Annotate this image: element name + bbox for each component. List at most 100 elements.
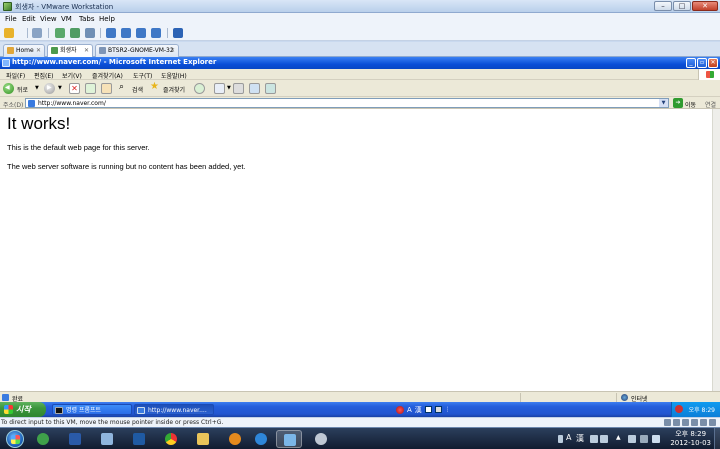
stop-icon[interactable]: ✕ — [69, 83, 80, 94]
minimize-button[interactable]: – — [654, 1, 672, 11]
tray-overflow-icon[interactable]: ▲ — [616, 434, 624, 442]
ime-options-icon[interactable]: ⋮ — [445, 406, 451, 413]
message-icon[interactable] — [709, 419, 716, 426]
thumbnail-bar-icon[interactable] — [173, 28, 183, 38]
tray-ime-icon[interactable] — [558, 435, 563, 443]
vmware-icon — [284, 434, 296, 446]
ie-restore-button[interactable]: ▫ — [697, 58, 707, 68]
mail-icon[interactable] — [214, 83, 225, 94]
tab-vm-active[interactable]: 회생자 ✕ — [47, 44, 93, 58]
address-url[interactable]: http://www.naver.com/ — [38, 100, 106, 107]
menu-view[interactable]: View — [40, 15, 57, 23]
go-arrow-icon[interactable]: ➔ — [673, 98, 683, 108]
unity-icon[interactable] — [151, 28, 161, 38]
close-tab-icon[interactable]: ✕ — [36, 45, 41, 56]
maximize-button[interactable]: □ — [673, 1, 691, 11]
tab-home[interactable]: Home ✕ — [3, 44, 45, 57]
menu-edit[interactable]: Edit — [22, 15, 36, 23]
back-label[interactable]: 뒤로 — [17, 85, 28, 94]
ime-mode-hanja[interactable]: 漢 — [415, 405, 422, 415]
ie-menu-favorites[interactable]: 즐겨찾기(A) — [92, 71, 123, 80]
taskbar-app-powershell[interactable] — [62, 430, 88, 448]
ime-mode-a[interactable]: A — [407, 406, 412, 414]
address-input[interactable]: http://www.naver.com/ ▼ — [25, 98, 669, 108]
ie-menu-file[interactable]: 파일(F) — [6, 71, 25, 80]
links-button[interactable]: 연결 — [705, 100, 716, 109]
host-clock[interactable]: 오후 8:29 2012-10-03 — [670, 430, 711, 448]
ime-help-icon[interactable] — [434, 406, 442, 413]
taskbar-app-gom-player[interactable] — [222, 430, 248, 448]
taskbar-app-utorrent[interactable] — [30, 430, 56, 448]
home-page-icon[interactable] — [101, 83, 112, 94]
usb-device-icon[interactable] — [691, 419, 698, 426]
back-dropdown-icon[interactable]: ▼ — [35, 85, 39, 91]
menu-file[interactable]: File — [5, 15, 17, 23]
search-label[interactable]: 검색 — [132, 85, 143, 94]
ie-scrollbar[interactable] — [712, 109, 720, 391]
edit-icon[interactable] — [249, 83, 260, 94]
host-ime-mode-hanja[interactable]: 漢 — [576, 433, 584, 444]
tray-volume-icon[interactable] — [652, 435, 660, 443]
ie-close-button[interactable]: ✕ — [708, 58, 718, 68]
taskbar-app-tool[interactable] — [308, 430, 334, 448]
send-ctrl-alt-del-icon[interactable] — [32, 28, 42, 38]
taskbar-app-explorer-window[interactable] — [94, 430, 120, 448]
taskbar-item-cmd[interactable]: 명령 프롬프트 — [52, 404, 132, 415]
tray-flag-icon[interactable] — [628, 435, 636, 443]
fullscreen-icon[interactable] — [136, 28, 146, 38]
refresh-icon[interactable] — [85, 83, 96, 94]
close-tab-icon[interactable]: ✕ — [170, 45, 175, 56]
taskbar-item-ie[interactable]: http://www.naver.... — [134, 404, 214, 415]
snapshot-manager-icon[interactable] — [85, 28, 95, 38]
ie-minimize-button[interactable]: _ — [686, 58, 696, 68]
taskbar-app-file-explorer[interactable] — [190, 430, 216, 448]
xp-language-bar[interactable]: A 漢 ⋮ — [396, 404, 451, 415]
cdrom-device-icon[interactable] — [673, 419, 680, 426]
tray-ime-help-icon[interactable] — [600, 435, 608, 443]
menu-help[interactable]: Help — [99, 15, 115, 23]
revert-snapshot-icon[interactable] — [70, 28, 80, 38]
menu-vm[interactable]: VM — [61, 15, 72, 23]
xp-start-button[interactable]: 시작 — [0, 402, 46, 417]
taskbar-app-media-player[interactable] — [126, 430, 152, 448]
tray-network-icon[interactable] — [640, 435, 648, 443]
hdd-device-icon[interactable] — [664, 419, 671, 426]
show-desktop-button[interactable] — [714, 428, 720, 449]
favorites-label[interactable]: 즐겨찾기 — [163, 85, 185, 94]
host-taskbar: A 漢 ▲ 오후 8:29 2012-10-03 — [0, 427, 720, 449]
back-icon[interactable] — [3, 83, 14, 94]
host-start-button[interactable] — [6, 430, 24, 448]
taskbar-app-vmware[interactable] — [276, 430, 302, 448]
taskbar-app-internet-explorer[interactable] — [248, 430, 274, 448]
menu-tabs[interactable]: Tabs — [79, 15, 95, 23]
console-view-icon[interactable] — [121, 28, 131, 38]
ie-menu-view[interactable]: 보기(V) — [62, 71, 82, 80]
print-icon[interactable] — [233, 83, 244, 94]
favorites-star-icon[interactable]: ★ — [150, 81, 159, 92]
tab-vm-gnome[interactable]: BTSR2-GNOME-VM-32 ✕ — [95, 44, 179, 57]
sound-device-icon[interactable] — [700, 419, 707, 426]
ie-menu-tools[interactable]: 도구(T) — [133, 71, 152, 80]
taskbar-app-chrome[interactable] — [158, 430, 184, 448]
go-button[interactable]: 이동 — [685, 100, 696, 109]
forward-icon[interactable] — [44, 83, 55, 94]
tray-icon[interactable] — [675, 405, 683, 413]
close-tab-icon[interactable]: ✕ — [84, 45, 89, 56]
sidebar-view-icon[interactable] — [106, 28, 116, 38]
ie-menu-help[interactable]: 도움말(H) — [161, 71, 187, 80]
mail-dropdown-icon[interactable]: ▼ — [227, 85, 231, 91]
messenger-icon[interactable] — [265, 83, 276, 94]
host-ime-mode-a[interactable]: A — [566, 433, 571, 442]
network-device-icon[interactable] — [682, 419, 689, 426]
power-icon[interactable] — [4, 28, 14, 38]
forward-dropdown-icon[interactable]: ▼ — [58, 85, 62, 91]
snapshot-icon[interactable] — [55, 28, 65, 38]
address-dropdown-icon[interactable]: ▼ — [659, 99, 668, 107]
ime-pad-icon[interactable] — [424, 406, 432, 413]
close-button[interactable]: ✕ — [692, 1, 718, 11]
ie-menu-edit[interactable]: 편집(E) — [34, 71, 54, 80]
history-icon[interactable] — [194, 83, 205, 94]
search-icon[interactable]: ⌕ — [119, 82, 124, 92]
tray-ime-pad-icon[interactable] — [590, 435, 598, 443]
guest-screen[interactable]: http://www.naver.com/ - Microsoft Intern… — [0, 57, 720, 417]
